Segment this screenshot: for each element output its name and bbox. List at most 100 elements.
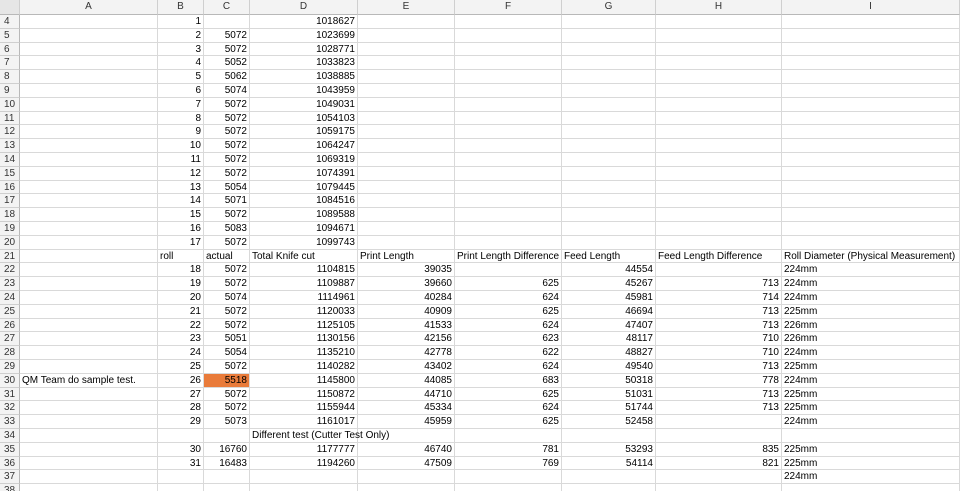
cell-f[interactable]: 624 — [455, 290, 562, 305]
cell-g[interactable] — [562, 180, 656, 195]
cell-c[interactable]: 5071 — [204, 194, 250, 209]
row-header[interactable]: 22 — [0, 263, 20, 278]
column-header-f[interactable]: F — [455, 0, 562, 15]
cell-b[interactable]: 5 — [158, 70, 204, 84]
cell-i[interactable] — [782, 139, 960, 153]
cell-c[interactable]: 5072 — [204, 152, 250, 167]
cell-d[interactable]: 1089588 — [250, 208, 358, 222]
row-header[interactable]: 15 — [0, 166, 20, 181]
cell-h[interactable]: 835 — [656, 442, 782, 457]
cell-c[interactable]: 5072 — [204, 387, 250, 402]
cell-c[interactable] — [204, 484, 250, 491]
cell-g[interactable]: 47407 — [562, 318, 656, 333]
cell-c[interactable]: 5072 — [204, 125, 250, 140]
cell-e[interactable] — [358, 97, 455, 112]
cell-i[interactable]: 224mm — [782, 290, 960, 305]
cell-e[interactable] — [358, 15, 455, 29]
cell-d[interactable]: 1114961 — [250, 290, 358, 305]
cell-b[interactable]: 25 — [158, 359, 204, 374]
cell-c[interactable]: 5074 — [204, 83, 250, 98]
cell-a[interactable] — [20, 42, 158, 57]
cell-i[interactable] — [782, 152, 960, 167]
row-header[interactable]: 17 — [0, 194, 20, 209]
cell-i[interactable]: 225mm — [782, 401, 960, 416]
cell-a[interactable] — [20, 70, 158, 84]
cell-i[interactable] — [782, 208, 960, 222]
column-header-c[interactable]: C — [204, 0, 250, 15]
cell-h[interactable] — [656, 83, 782, 98]
select-all-corner[interactable] — [0, 0, 20, 15]
cell-i[interactable]: 224mm — [782, 470, 960, 485]
cell-e[interactable]: 44710 — [358, 387, 455, 402]
cell-b[interactable]: 8 — [158, 111, 204, 126]
row-header[interactable]: 20 — [0, 235, 20, 250]
cell-i[interactable] — [782, 235, 960, 250]
cell-e[interactable] — [358, 70, 455, 84]
cell-d[interactable]: 1059175 — [250, 125, 358, 140]
cell-c[interactable]: 5072 — [204, 97, 250, 112]
cell-a[interactable] — [20, 125, 158, 140]
row-header[interactable]: 28 — [0, 346, 20, 360]
cell-f[interactable] — [455, 180, 562, 195]
cell-g[interactable]: 51031 — [562, 387, 656, 402]
cell-f[interactable] — [455, 56, 562, 71]
cell-i[interactable] — [782, 97, 960, 112]
row-header[interactable]: 24 — [0, 290, 20, 305]
cell-b[interactable]: 14 — [158, 194, 204, 209]
cell-g[interactable] — [562, 484, 656, 491]
row-header[interactable]: 36 — [0, 456, 20, 471]
cell-d[interactable]: 1099743 — [250, 235, 358, 250]
cell-b[interactable]: 15 — [158, 208, 204, 222]
cell-d[interactable] — [250, 484, 358, 491]
cell-i[interactable]: 224mm — [782, 263, 960, 278]
cell-b[interactable]: 31 — [158, 456, 204, 471]
cell-g[interactable]: 53293 — [562, 442, 656, 457]
cell-d[interactable]: 1194260 — [250, 456, 358, 471]
cell-e[interactable]: 40284 — [358, 290, 455, 305]
cell-b[interactable]: 10 — [158, 139, 204, 153]
cell-d[interactable]: 1120033 — [250, 304, 358, 319]
row-header[interactable]: 18 — [0, 208, 20, 222]
cell-h[interactable] — [656, 56, 782, 71]
cell-f[interactable] — [455, 428, 562, 443]
column-header-i[interactable]: I — [782, 0, 960, 15]
cell-f[interactable]: 769 — [455, 456, 562, 471]
cell-h[interactable] — [656, 42, 782, 57]
cell-f[interactable]: Print Length Difference — [455, 249, 562, 264]
cell-b[interactable]: 17 — [158, 235, 204, 250]
cell-c[interactable]: 5074 — [204, 290, 250, 305]
cell-c[interactable]: 5072 — [204, 359, 250, 374]
cell-g[interactable] — [562, 28, 656, 43]
cell-a[interactable] — [20, 56, 158, 71]
cell-i[interactable] — [782, 42, 960, 57]
cell-a[interactable] — [20, 83, 158, 98]
cell-h[interactable] — [656, 428, 782, 443]
row-header[interactable]: 27 — [0, 332, 20, 347]
cell-g[interactable]: 44554 — [562, 263, 656, 278]
cell-f[interactable] — [455, 70, 562, 84]
cell-d[interactable]: Total Knife cut — [250, 249, 358, 264]
row-header[interactable]: 8 — [0, 70, 20, 84]
cell-c[interactable]: 5072 — [204, 208, 250, 222]
cell-d[interactable]: 1135210 — [250, 346, 358, 360]
cell-e[interactable] — [358, 428, 455, 443]
cell-i[interactable] — [782, 56, 960, 71]
cell-i[interactable] — [782, 484, 960, 491]
row-header[interactable]: 31 — [0, 387, 20, 402]
cell-h[interactable] — [656, 15, 782, 29]
cell-h[interactable] — [656, 139, 782, 153]
cell-e[interactable] — [358, 125, 455, 140]
cell-c[interactable]: 5073 — [204, 415, 250, 429]
cell-a[interactable]: QM Team do sample test. — [20, 373, 158, 388]
cell-g[interactable] — [562, 42, 656, 57]
cell-d[interactable]: 1069319 — [250, 152, 358, 167]
cell-c[interactable]: 5072 — [204, 28, 250, 43]
cell-b[interactable]: 16 — [158, 221, 204, 236]
cell-a[interactable] — [20, 290, 158, 305]
cell-c[interactable]: 5072 — [204, 304, 250, 319]
row-header[interactable]: 19 — [0, 221, 20, 236]
cell-d[interactable]: 1109887 — [250, 277, 358, 291]
cell-c[interactable]: 5072 — [204, 111, 250, 126]
cell-b[interactable]: 11 — [158, 152, 204, 167]
cell-d[interactable]: 1043959 — [250, 83, 358, 98]
